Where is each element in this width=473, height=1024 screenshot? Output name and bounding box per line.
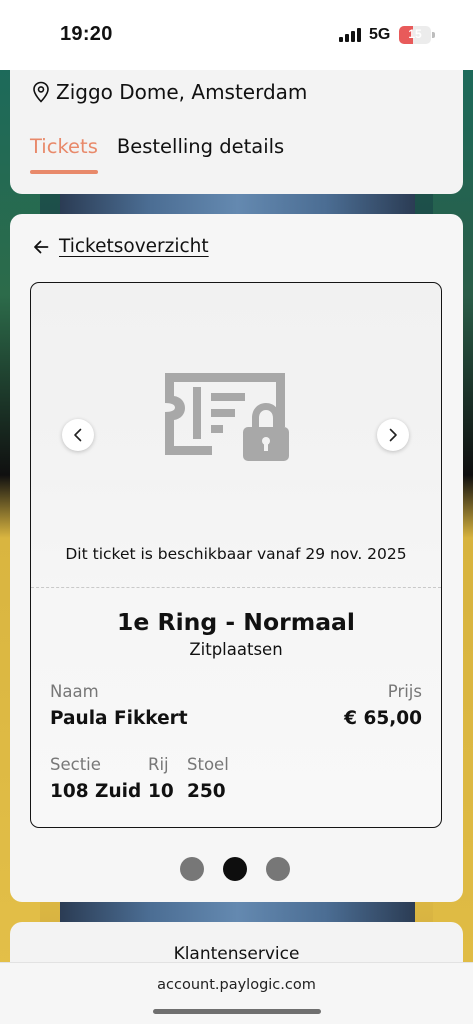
address-url[interactable]: account.paylogic.com [0, 977, 473, 993]
background-photo-strip [60, 194, 415, 216]
ticket-category: 1e Ring - Normaal [117, 608, 355, 636]
venue-row: Ziggo Dome, Amsterdam [32, 80, 307, 104]
back-navigation[interactable]: Ticketsoverzicht [33, 236, 209, 257]
ticket-pagination [180, 857, 290, 881]
chevron-right-icon [389, 428, 397, 442]
tab-tickets[interactable]: Tickets [30, 135, 98, 174]
home-indicator[interactable] [153, 1009, 321, 1014]
signal-strength-icon [339, 28, 361, 42]
seat-label: Stoel [187, 755, 229, 774]
browser-address-bar: account.paylogic.com [0, 962, 473, 1024]
locked-ticket-icon [165, 373, 289, 461]
seat-value: 250 [187, 781, 226, 802]
ticket-detail: Dit ticket is beschikbaar vanaf 29 nov. … [30, 282, 442, 828]
section-value: 108 Zuid [50, 781, 142, 802]
status-bar: 19:20 5G 15 [0, 0, 473, 70]
status-time: 19:20 [60, 23, 113, 45]
pagination-dot[interactable] [266, 857, 290, 881]
event-header-card: Ziggo Dome, Amsterdam Tickets Bestelling… [10, 55, 463, 194]
background-photo-strip [60, 902, 415, 924]
next-ticket-button[interactable] [377, 419, 409, 451]
row-label: Rij [148, 755, 169, 774]
name-label: Naam [50, 682, 99, 701]
battery-icon: 15 [399, 26, 431, 44]
ticket-card: Ticketsoverzicht Dit ticket is beschikba… [10, 214, 463, 902]
ticket-overview-link[interactable]: Ticketsoverzicht [59, 236, 209, 257]
name-value: Paula Fikkert [50, 708, 188, 729]
previous-ticket-button[interactable] [62, 419, 94, 451]
location-pin-icon [33, 81, 49, 103]
network-type: 5G [369, 26, 391, 43]
row-value: 10 [148, 781, 174, 802]
ticket-subtype: Zitplaatsen [189, 640, 283, 659]
price-value: € 65,00 [344, 708, 422, 729]
venue-name: Ziggo Dome, Amsterdam [56, 80, 308, 104]
tab-bar: Tickets Bestelling details [30, 135, 284, 174]
battery-nub [432, 32, 435, 38]
dashed-divider [31, 587, 441, 588]
chevron-left-icon [74, 428, 82, 442]
battery-level: 15 [408, 27, 422, 41]
section-label: Sectie [50, 755, 101, 774]
arrow-left-icon[interactable] [33, 240, 49, 254]
pagination-dot[interactable] [223, 857, 247, 881]
tab-order-details[interactable]: Bestelling details [117, 135, 284, 166]
price-label: Prijs [387, 682, 422, 701]
pagination-dot[interactable] [180, 857, 204, 881]
availability-notice: Dit ticket is beschikbaar vanaf 29 nov. … [65, 545, 407, 563]
customer-service-link[interactable]: Klantenservice [10, 944, 463, 964]
